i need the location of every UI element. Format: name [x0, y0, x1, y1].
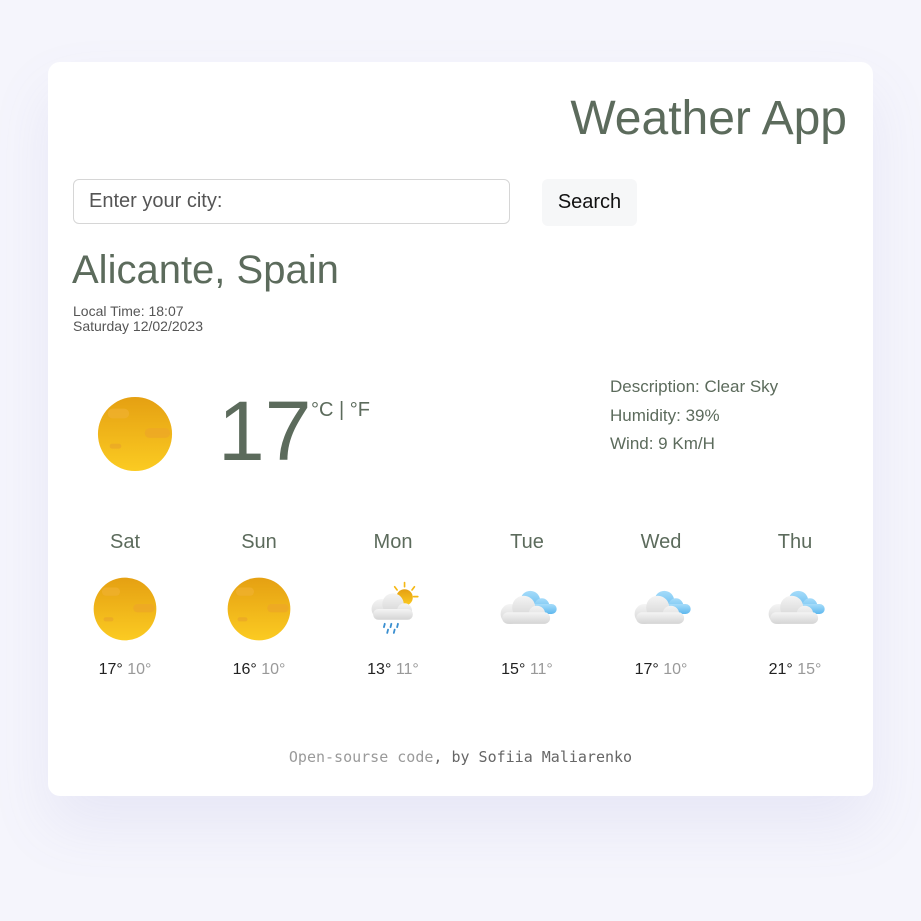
humidity: Humidity: 39%: [610, 405, 720, 425]
forecast-day: Sun 16° 10°: [192, 528, 326, 680]
rain-sun-cloud-icon: [371, 581, 419, 634]
sun-icon: [97, 396, 173, 472]
local-time: Local Time: 18:07: [73, 303, 184, 319]
search-button[interactable]: Search: [542, 179, 637, 226]
forecast-min: 10°: [261, 661, 286, 678]
current-temperature: 17: [218, 384, 312, 478]
forecast-temps: 17° 10°: [58, 660, 192, 680]
author-credit: , by Sofiia Maliarenko: [433, 748, 633, 766]
unit-toggle: °C | °F: [311, 398, 370, 422]
forecast-max: 17°: [98, 661, 123, 678]
sun-icon: [93, 577, 157, 641]
celsius-link[interactable]: °C: [311, 399, 333, 421]
forecast-min: 15°: [797, 661, 822, 678]
forecast-day-name: Sun: [241, 531, 277, 553]
source-code-link[interactable]: Open-sourse code: [289, 748, 434, 766]
current-date: Saturday 12/02/2023: [73, 318, 203, 334]
cloud-icon: [768, 590, 825, 624]
forecast-day-name: Sat: [109, 531, 141, 553]
cloud-icon: [634, 590, 691, 624]
city-name: Alicante, Spain: [72, 248, 339, 292]
forecast-max: 21°: [768, 661, 793, 678]
forecast-day: Wed 17° 10°: [594, 528, 728, 680]
forecast-max: 17°: [634, 661, 659, 678]
forecast-temps: 17° 10°: [594, 660, 728, 680]
wind: Wind: 9 Km/H: [610, 434, 715, 453]
unit-separator: |: [333, 399, 350, 421]
forecast-temps: 16° 10°: [192, 660, 326, 680]
cloud-icon: [500, 590, 557, 624]
forecast-temps: 13° 11°: [326, 660, 460, 680]
forecast-day: Mon 13° 11°: [326, 528, 460, 680]
app-title: Weather App: [570, 92, 847, 145]
weather-card: Weather App Search Alicante, Spain Local…: [48, 62, 873, 796]
forecast-max: 15°: [501, 661, 526, 678]
fahrenheit-link[interactable]: °F: [350, 399, 370, 421]
footer: Open-sourse code, by Sofiia Maliarenko: [48, 748, 873, 766]
forecast-day: Thu 21° 15°: [728, 528, 862, 680]
weather-details: Description: Clear Sky Humidity: 39% Win…: [610, 373, 778, 459]
forecast-day-name: Thu: [777, 531, 813, 553]
forecast-min: 10°: [127, 661, 152, 678]
sun-icon: [227, 577, 291, 641]
description: Description: Clear Sky: [610, 377, 779, 396]
forecast-max: 16°: [232, 661, 257, 678]
forecast-day-name: Wed: [640, 531, 682, 553]
forecast-temps: 15° 11°: [460, 660, 594, 680]
forecast-min: 11°: [529, 661, 553, 678]
forecast-day: Tue 15° 11°: [460, 528, 594, 680]
forecast-min: 11°: [395, 661, 419, 678]
forecast-temps: 21° 15°: [728, 660, 862, 680]
search-input[interactable]: [73, 179, 510, 224]
forecast-max: 13°: [367, 661, 392, 678]
forecast-day-name: Mon: [373, 531, 413, 553]
forecast-min: 10°: [663, 661, 688, 678]
forecast-day: Sat 17° 10°: [58, 528, 192, 680]
forecast: Sat 17° 10° Sun 16° 10° Mon 13° 11° Tue …: [58, 528, 862, 688]
forecast-day-name: Tue: [510, 531, 544, 553]
